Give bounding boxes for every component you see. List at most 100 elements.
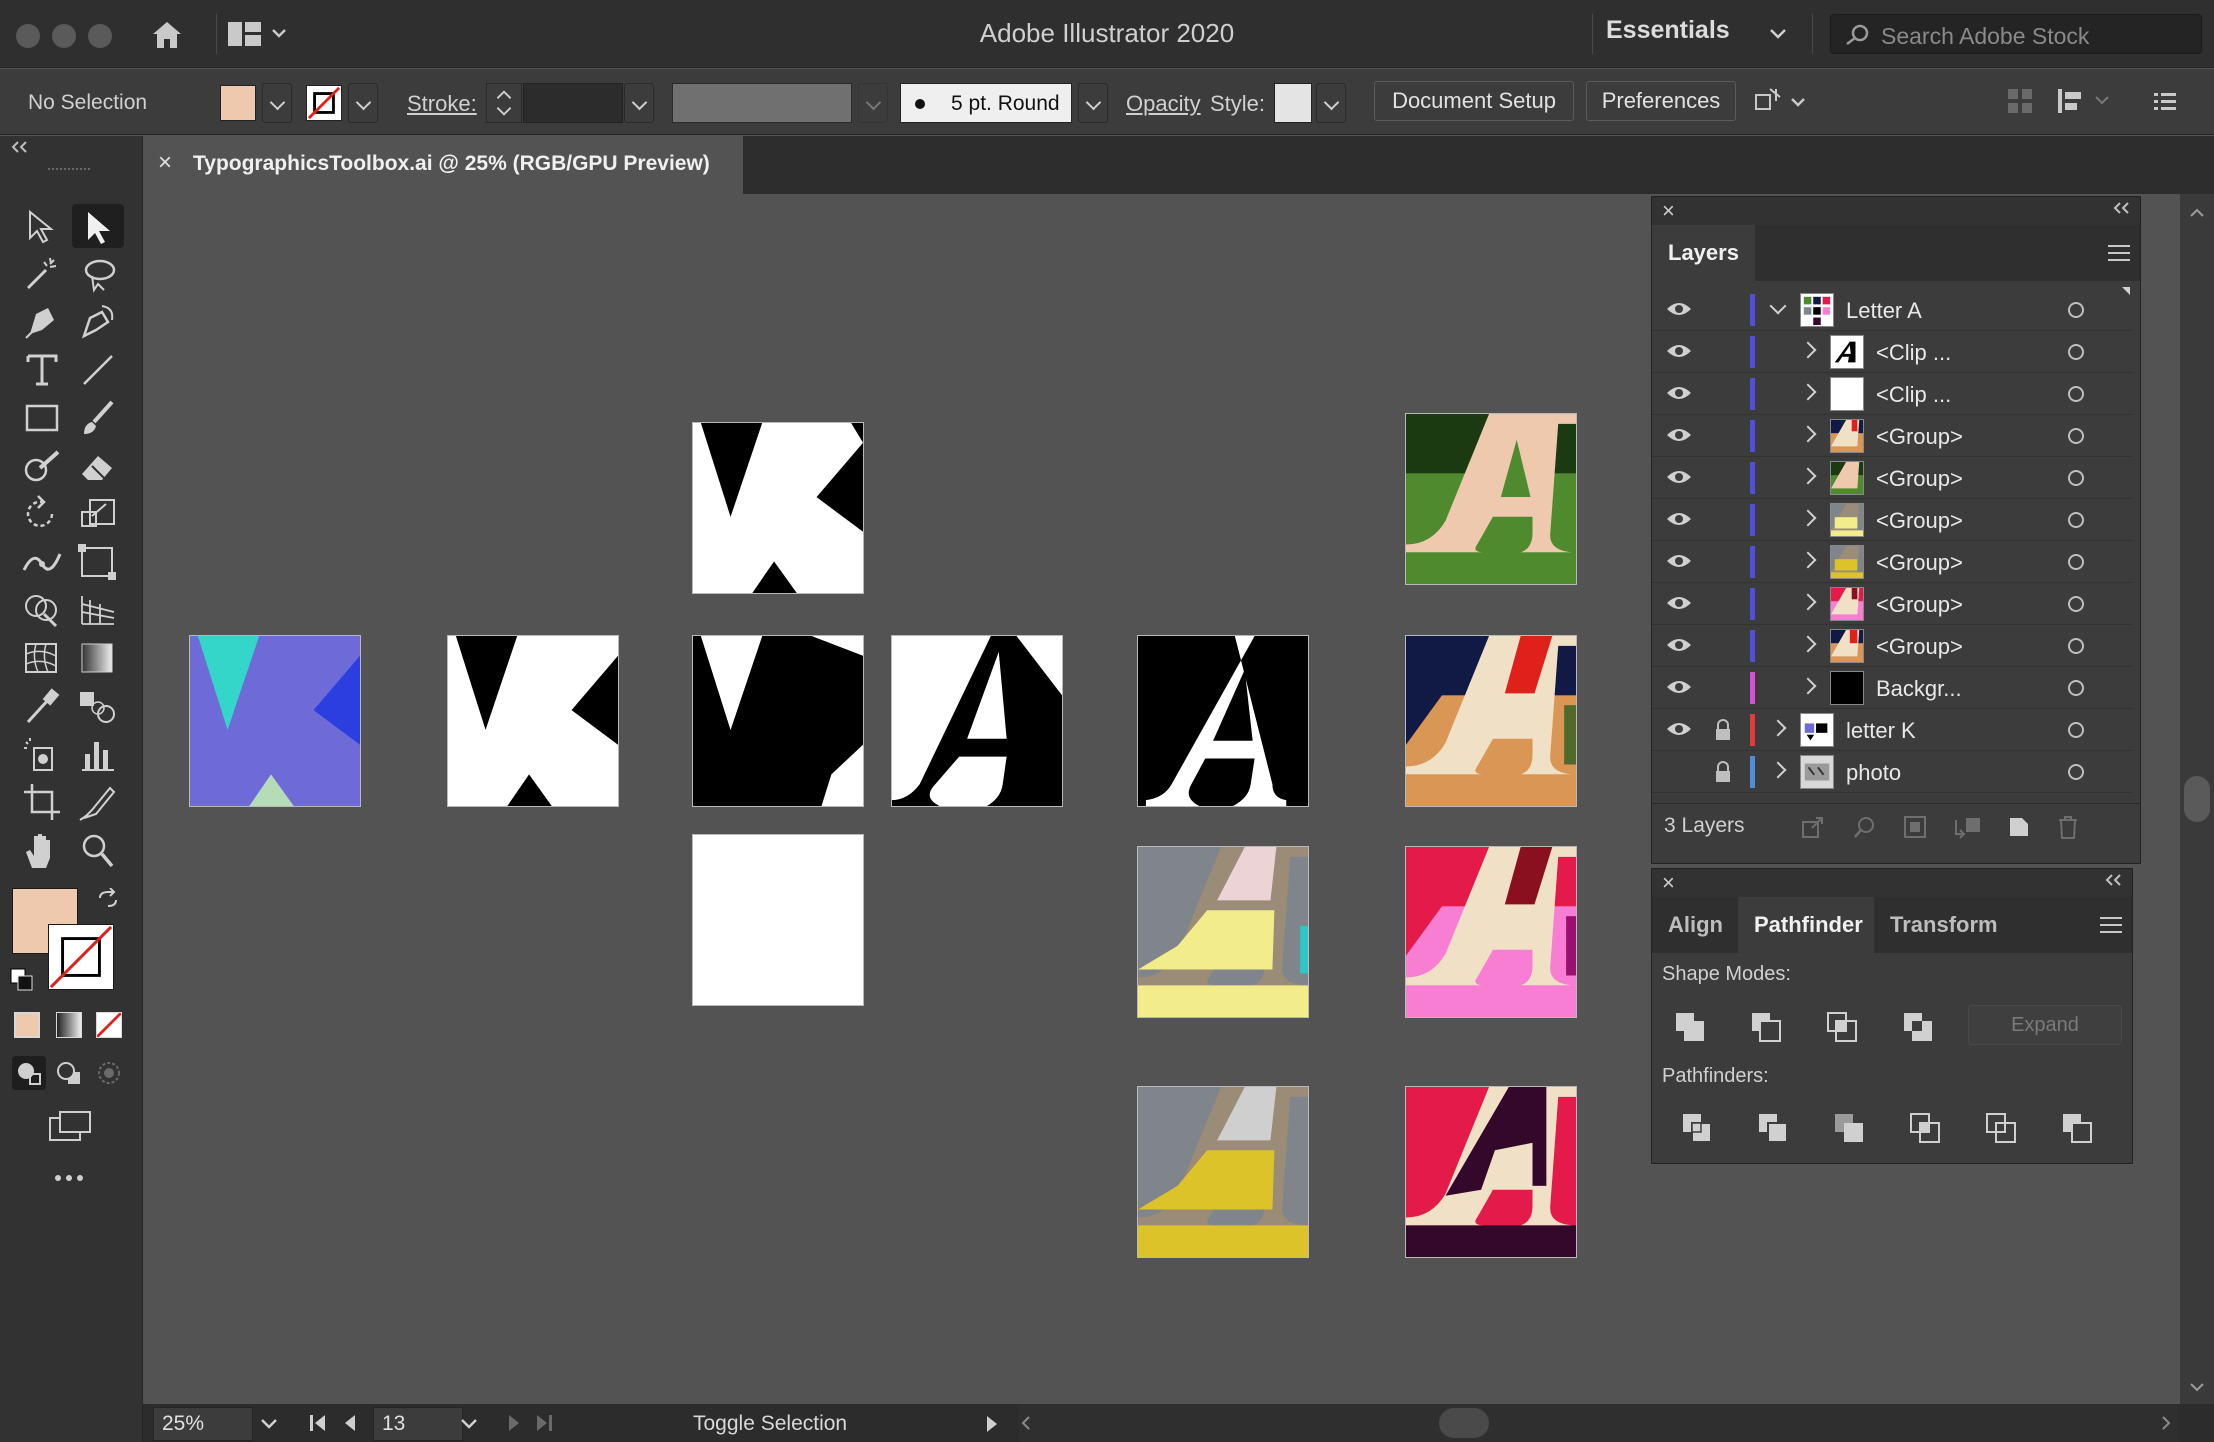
draw-inside-icon[interactable] (92, 1056, 126, 1090)
hand-tool-icon[interactable] (16, 828, 68, 872)
scroll-left-icon[interactable] (1019, 1414, 1033, 1432)
zoom-dropdown-icon[interactable] (257, 1412, 281, 1436)
panel-menu-icon[interactable] (2108, 245, 2130, 261)
chevron-right-icon[interactable] (1799, 635, 1817, 653)
fill-swatch[interactable] (220, 85, 256, 121)
stroke-color-swatch[interactable] (48, 924, 114, 990)
eraser-tool-icon[interactable] (72, 444, 124, 488)
unite-icon[interactable] (1672, 1009, 1708, 1045)
direct-selection-tool-icon[interactable] (72, 204, 124, 248)
chevron-right-icon[interactable] (1769, 761, 1787, 779)
merge-icon[interactable] (1832, 1111, 1866, 1145)
opacity-label[interactable]: Opacity (1126, 91, 1201, 117)
target-icon[interactable] (2068, 512, 2084, 528)
create-new-layer-icon[interactable] (2006, 814, 2032, 840)
chevron-right-icon[interactable] (1799, 677, 1817, 695)
lock-icon[interactable] (1714, 635, 1732, 657)
expand-button[interactable]: Expand (1968, 1005, 2122, 1045)
selection-tool-icon[interactable] (16, 204, 68, 248)
exclude-icon[interactable] (1900, 1009, 1936, 1045)
rectangle-tool-icon[interactable] (16, 396, 68, 440)
close-window-button[interactable] (16, 24, 40, 48)
horizontal-scrollbar[interactable] (1019, 1404, 2179, 1442)
shape-builder-tool-icon[interactable] (16, 588, 68, 632)
target-icon[interactable] (2068, 344, 2084, 360)
minus-front-icon[interactable] (1748, 1009, 1784, 1045)
close-icon[interactable]: × (1662, 870, 1675, 896)
visibility-eye-icon[interactable] (1666, 383, 1692, 403)
target-icon[interactable] (2068, 596, 2084, 612)
column-graph-tool-icon[interactable] (72, 732, 124, 776)
chevron-right-icon[interactable] (1799, 425, 1817, 443)
artboard-k-white[interactable] (447, 635, 619, 807)
width-tool-icon[interactable] (16, 540, 68, 584)
grid-icon[interactable] (2006, 87, 2034, 115)
last-artboard-icon[interactable] (533, 1412, 555, 1434)
profile-dropdown[interactable] (858, 83, 888, 123)
pen-tool-icon[interactable] (16, 300, 68, 344)
visibility-eye-icon[interactable] (1666, 425, 1692, 445)
align-options-icon[interactable] (2056, 87, 2116, 115)
locate-object-icon[interactable] (1852, 814, 1878, 840)
layer-row[interactable]: <Group> (1652, 541, 2132, 583)
slice-tool-icon[interactable] (72, 780, 124, 824)
lock-icon[interactable] (1714, 761, 1732, 783)
lock-icon[interactable] (1714, 383, 1732, 405)
chevron-down-icon[interactable] (1769, 297, 1787, 315)
layer-name[interactable]: <Group> (1876, 634, 1963, 660)
trim-icon[interactable] (1756, 1111, 1790, 1145)
layer-name[interactable]: <Group> (1876, 592, 1963, 618)
symbol-sprayer-icon[interactable] (16, 732, 68, 776)
visibility-eye-icon[interactable] (1666, 467, 1692, 487)
tab-pathfinder[interactable]: Pathfinder (1738, 897, 1874, 953)
close-icon[interactable]: × (158, 149, 172, 177)
crop-icon[interactable] (1908, 1111, 1942, 1145)
artboard-a-white[interactable] (891, 635, 1063, 807)
artboard-blank[interactable] (692, 834, 864, 1006)
visibility-eye-icon[interactable] (1666, 509, 1692, 529)
first-artboard-icon[interactable] (307, 1412, 329, 1434)
artboard-k-black[interactable] (692, 635, 864, 807)
layer-row[interactable]: <Group> (1652, 499, 2132, 541)
lock-icon[interactable] (1714, 551, 1732, 573)
layer-row[interactable]: <Group> (1652, 457, 2132, 499)
chevron-right-icon[interactable] (1769, 719, 1787, 737)
layer-name[interactable]: Backgr... (1876, 676, 1962, 702)
lock-icon[interactable] (1714, 509, 1732, 531)
artboard-number-field[interactable]: 13 (373, 1407, 463, 1441)
search-input[interactable]: Search Adobe Stock (1830, 14, 2202, 54)
document-setup-button[interactable]: Document Setup (1374, 81, 1574, 121)
stroke-swatch[interactable] (306, 85, 342, 121)
artboard-a-navy[interactable] (1405, 635, 1577, 807)
layer-row[interactable]: <Group> (1652, 583, 2132, 625)
scroll-right-icon[interactable] (2159, 1414, 2173, 1432)
type-tool-icon[interactable] (16, 348, 68, 392)
outline-icon[interactable] (1984, 1111, 2018, 1145)
default-colors-icon[interactable] (10, 968, 34, 992)
target-icon[interactable] (2068, 722, 2084, 738)
panel-menu-icon[interactable] (2100, 917, 2122, 933)
next-artboard-icon[interactable] (503, 1412, 525, 1434)
layer-row[interactable]: <Group> (1652, 625, 2132, 667)
home-icon[interactable] (150, 18, 184, 50)
delete-layer-icon[interactable] (2056, 814, 2080, 840)
stroke-weight-stepper[interactable] (486, 83, 522, 123)
chevron-right-icon[interactable] (1799, 341, 1817, 359)
lasso-tool-icon[interactable] (72, 252, 124, 296)
zoom-tool-icon[interactable] (72, 828, 124, 872)
layer-name[interactable]: Letter A (1846, 298, 1922, 324)
visibility-eye-icon[interactable] (1666, 341, 1692, 361)
curvature-tool-icon[interactable] (72, 300, 124, 344)
visibility-eye-icon[interactable] (1666, 551, 1692, 571)
draw-normal-icon[interactable] (12, 1056, 46, 1090)
stroke-label[interactable]: Stroke: (407, 91, 477, 117)
paintbrush-tool-icon[interactable] (72, 396, 124, 440)
artboard-a-gray-yellow[interactable] (1137, 846, 1309, 1018)
target-icon[interactable] (2068, 302, 2084, 318)
rotate-tool-icon[interactable] (16, 492, 68, 536)
artboard-k-color[interactable] (189, 635, 361, 807)
document-tab[interactable]: × TypographicsToolbox.ai @ 25% (RGB/GPU … (143, 136, 743, 194)
previous-artboard-icon[interactable] (339, 1412, 361, 1434)
artboard-a-red-pink[interactable] (1405, 846, 1577, 1018)
chevron-right-icon[interactable] (1799, 383, 1817, 401)
